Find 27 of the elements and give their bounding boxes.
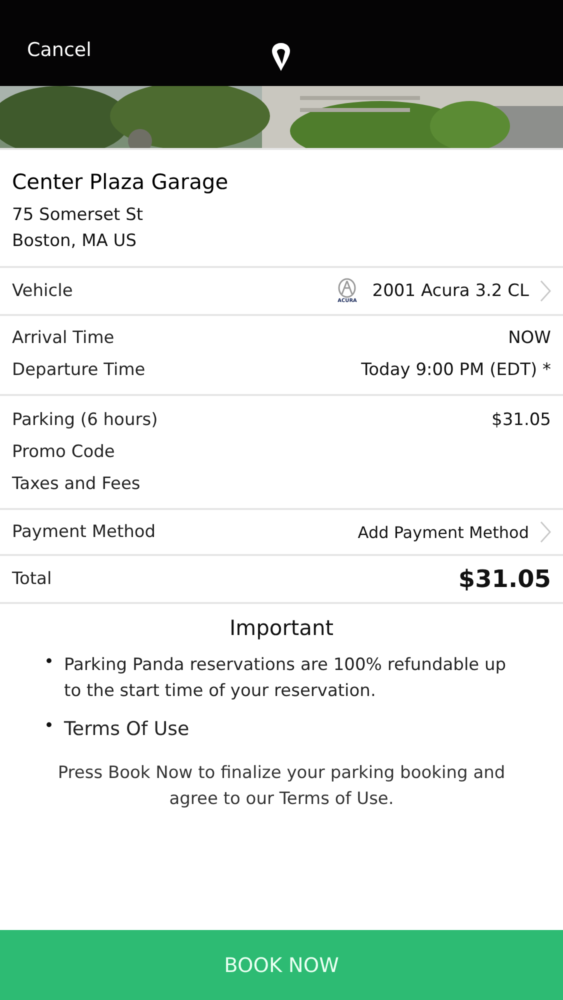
time-value[interactable]: Today 9:00 PM (EDT) * xyxy=(361,360,551,380)
fee-value: $31.05 xyxy=(492,410,551,430)
time-label: Departure Time xyxy=(12,360,146,380)
garage-name: Center Plaza Garage xyxy=(12,170,230,194)
bullet-icon: • xyxy=(44,652,54,672)
add-payment-link[interactable]: Add Payment Method xyxy=(358,522,529,542)
address-line: 75 Somerset St xyxy=(12,204,144,227)
payment-label: Payment Method xyxy=(12,522,156,542)
time-label: Arrival Time xyxy=(12,328,114,348)
fee-label: Promo Code xyxy=(12,442,115,462)
total-value: $31.05 xyxy=(458,565,551,593)
chevron-right-icon xyxy=(539,521,551,543)
refund-note: Parking Panda reservations are 100% refundable up to the start time of your reservation. xyxy=(64,654,508,703)
pin-logo-icon xyxy=(271,42,291,72)
fee-label: Parking (6 hours) xyxy=(12,410,158,430)
chevron-right-icon xyxy=(539,280,551,302)
address-line: Boston, MA US xyxy=(12,230,138,253)
vehicle-label: Vehicle xyxy=(12,281,73,301)
fee-label: Taxes and Fees xyxy=(12,474,140,494)
booking-notice: Press Book Now to finalize your parking booking and agree to our Terms of Use. xyxy=(56,762,506,811)
important-title: Important xyxy=(228,616,335,640)
vehicle-value[interactable]: 2001 Acura 3.2 CL xyxy=(372,281,529,301)
cancel-button[interactable]: Cancel xyxy=(27,39,92,61)
time-value[interactable]: NOW xyxy=(508,328,551,348)
total-label: Total xyxy=(12,569,52,589)
bullet-icon: • xyxy=(44,716,54,736)
terms-heading: Terms Of Use xyxy=(64,717,190,742)
